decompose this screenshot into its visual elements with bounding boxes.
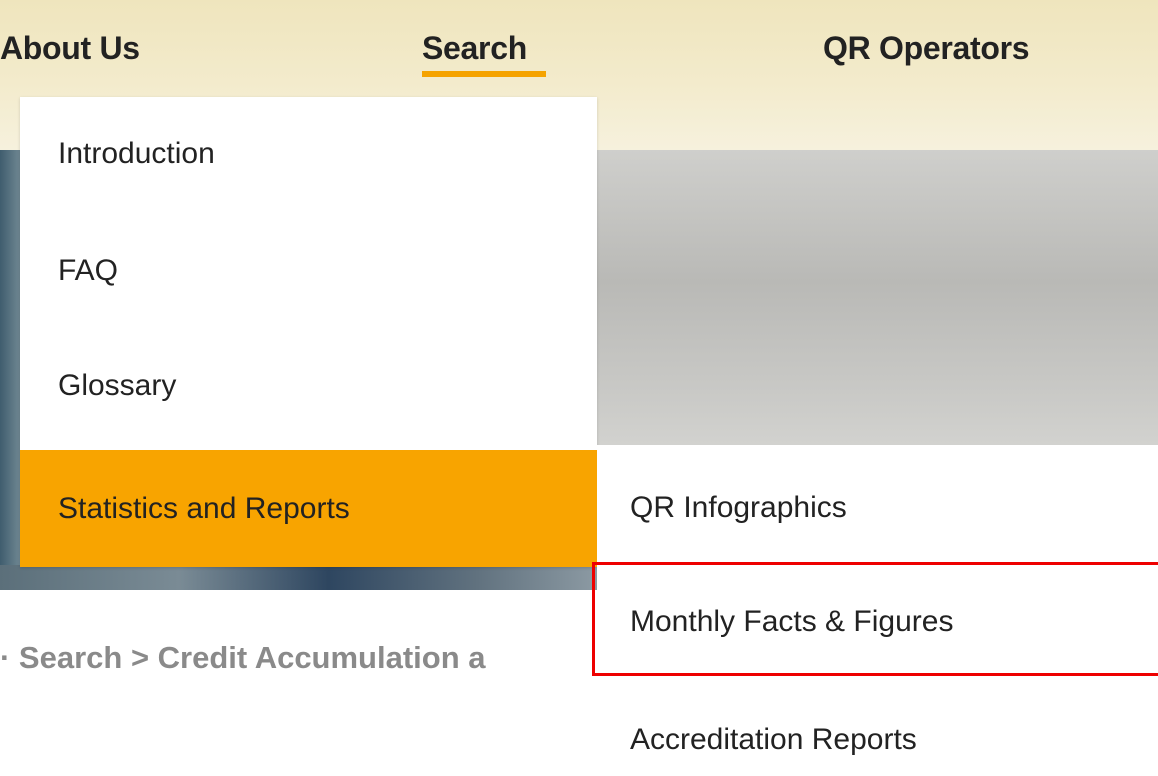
dropdown-item-glossary[interactable]: Glossary [20, 369, 597, 403]
dropdown-item-introduction[interactable]: Introduction [20, 137, 597, 171]
dropdown-item-faq[interactable]: FAQ [20, 254, 597, 288]
submenu-item-qr-infographics[interactable]: QR Infographics [597, 491, 1158, 525]
highlight-box [592, 562, 1158, 676]
hero-image-bottom-edge [0, 565, 597, 590]
submenu-item-accreditation-reports[interactable]: Accreditation Reports [597, 723, 1158, 757]
hero-image-edge [0, 150, 20, 590]
active-nav-underline [422, 71, 546, 77]
nav-item-search[interactable]: Search [422, 30, 527, 67]
breadcrumb: · Search > Credit Accumulation a [0, 640, 486, 675]
dropdown-item-statistics-and-reports[interactable]: Statistics and Reports [20, 450, 597, 567]
nav-item-qr-operators[interactable]: QR Operators [823, 30, 1030, 67]
nav-item-about-us[interactable]: About Us [0, 30, 140, 67]
search-dropdown-menu: Introduction FAQ Glossary Statistics and… [20, 97, 597, 567]
